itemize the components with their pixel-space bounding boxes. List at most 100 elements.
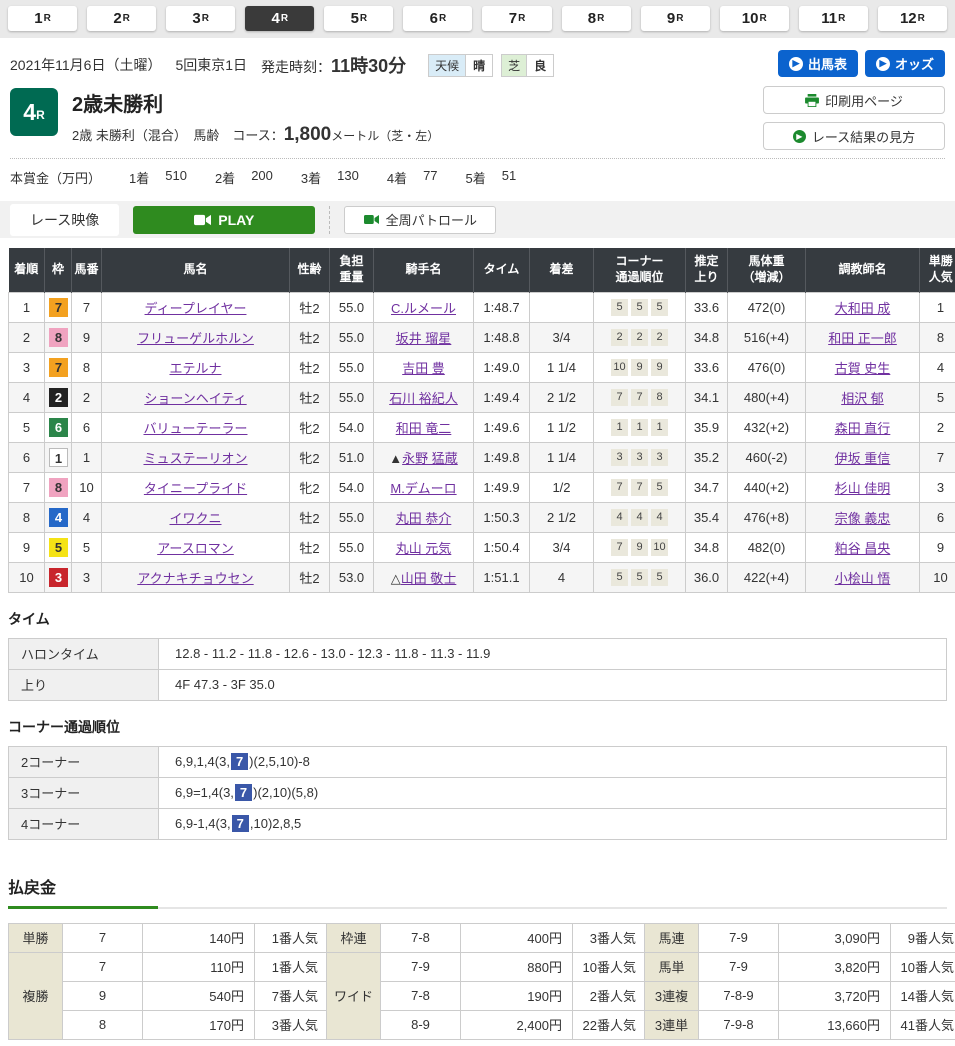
race-tab[interactable]: 2R bbox=[87, 6, 156, 31]
wide-amount: 190円 bbox=[461, 981, 573, 1010]
race-tab-bar: 1R 2R 3R 4R 5R 6R 7R 8R 9R 10R 11R 12R bbox=[0, 0, 955, 38]
table-row: 1 7 7 ディープレイヤー 牡2 55.0 C.ルメール 1:48.7 555… bbox=[9, 292, 955, 322]
jockey-link[interactable]: 石川 裕紀人 bbox=[389, 391, 458, 406]
race-tab[interactable]: 8R bbox=[562, 6, 631, 31]
sanrentan-label: 3連単 bbox=[645, 1010, 699, 1039]
race-tab[interactable]: 9R bbox=[641, 6, 710, 31]
race-tab[interactable]: 6R bbox=[403, 6, 472, 31]
corner-positions: 555 bbox=[611, 569, 668, 586]
race-tab[interactable]: 4R bbox=[245, 6, 314, 31]
frame-number-badge: 7 bbox=[49, 358, 68, 377]
trainer-link[interactable]: 大和田 成 bbox=[835, 301, 891, 316]
horse-name-link[interactable]: アクナキチョウセン bbox=[137, 571, 253, 586]
play-video-button[interactable]: PLAY bbox=[133, 206, 315, 234]
horse-name-link[interactable]: アースロマン bbox=[157, 541, 234, 556]
trainer-link[interactable]: 森田 直行 bbox=[835, 421, 891, 436]
jockey-link[interactable]: 山田 敬士 bbox=[401, 571, 457, 586]
play-circle-icon: ▶ bbox=[793, 130, 806, 143]
race-tab[interactable]: 5R bbox=[324, 6, 393, 31]
horse-number: 8 bbox=[72, 352, 102, 382]
col-horse: 馬名 bbox=[102, 248, 290, 292]
jockey-link[interactable]: 坂井 瑠星 bbox=[396, 331, 452, 346]
prize-amount: 510 bbox=[165, 168, 187, 187]
horse-name-link[interactable]: タイニープライド bbox=[144, 481, 247, 496]
winner-highlight: 7 bbox=[231, 753, 248, 770]
horse-name-link[interactable]: バリューテーラー bbox=[143, 421, 247, 436]
corner-section-title: コーナー通過順位 bbox=[8, 717, 947, 737]
corner-order-section: コーナー通過順位 2コーナー 6,9,1,4(3,7)(2,5,10)-8 3コ… bbox=[0, 701, 955, 840]
carried-weight: 53.0 bbox=[330, 562, 374, 592]
jockey-link[interactable]: 吉田 豊 bbox=[402, 361, 445, 376]
race-tab[interactable]: 1R bbox=[8, 6, 77, 31]
corner2-row: 2コーナー 6,9,1,4(3,7)(2,5,10)-8 bbox=[9, 746, 947, 777]
horse-name-link[interactable]: フリューゲルホルン bbox=[137, 331, 254, 346]
race-tab[interactable]: 7R bbox=[482, 6, 551, 31]
tab-race-suffix: R bbox=[202, 13, 209, 24]
corner2-value: 6,9,1,4(3,7)(2,5,10)-8 bbox=[159, 746, 947, 777]
trainer-link[interactable]: 古賀 史生 bbox=[835, 361, 891, 376]
frame-number-badge: 6 bbox=[49, 418, 68, 437]
trainer-link[interactable]: 伊坂 重信 bbox=[835, 451, 891, 466]
race-tab[interactable]: 11R bbox=[799, 6, 868, 31]
horse-weight: 476(0) bbox=[728, 352, 806, 382]
race-tab[interactable]: 3R bbox=[166, 6, 235, 31]
trainer-link[interactable]: 和田 正一郎 bbox=[828, 331, 897, 346]
entry-table-button[interactable]: ▶ 出馬表 bbox=[778, 50, 858, 77]
last-3f: 35.2 bbox=[686, 442, 728, 472]
wakuren-comb: 7-8 bbox=[381, 923, 461, 952]
win-favorite: 4 bbox=[920, 352, 955, 382]
tab-race-number: 2 bbox=[113, 10, 121, 27]
carried-weight: 55.0 bbox=[330, 352, 374, 382]
race-tab[interactable]: 12R bbox=[878, 6, 947, 31]
horse-number: 10 bbox=[72, 472, 102, 502]
corner-position-box: 7 bbox=[631, 389, 648, 406]
win-favorite: 7 bbox=[920, 442, 955, 472]
prize-item: 2着 200 bbox=[215, 168, 273, 187]
win-favorite: 8 bbox=[920, 322, 955, 352]
table-row: 4 2 2 ショーンヘイティ 牡2 55.0 石川 裕紀人 1:49.4 2 1… bbox=[9, 382, 955, 412]
carried-weight: 54.0 bbox=[330, 412, 374, 442]
corner-position-box: 3 bbox=[651, 449, 668, 466]
horse-name-link[interactable]: ショーンヘイティ bbox=[144, 391, 246, 406]
tab-race-suffix: R bbox=[281, 13, 288, 24]
jockey-link[interactable]: 丸田 恭介 bbox=[396, 511, 452, 526]
race-date: 2021年11月6日（土曜） bbox=[10, 55, 161, 75]
apprentice-mark: ▲ bbox=[389, 451, 402, 466]
horse-name-link[interactable]: ディープレイヤー bbox=[145, 301, 247, 316]
table-row: 10 3 3 アクナキチョウセン 牡2 53.0 △山田 敬士 1:51.1 4… bbox=[9, 562, 955, 592]
jockey-link[interactable]: 和田 竜二 bbox=[396, 421, 452, 436]
jockey-link[interactable]: C.ルメール bbox=[391, 301, 456, 316]
trainer-link[interactable]: 宗像 義忠 bbox=[835, 511, 891, 526]
odds-button[interactable]: ▶ オッズ bbox=[865, 50, 945, 77]
horse-name-link[interactable]: ミュステーリオン bbox=[143, 451, 247, 466]
horse-name-link[interactable]: イワクニ bbox=[169, 511, 221, 526]
trainer-link[interactable]: 杉山 佳明 bbox=[835, 481, 891, 496]
jockey-link[interactable]: 丸山 元気 bbox=[396, 541, 452, 556]
horse-number: 4 bbox=[72, 502, 102, 532]
finish-position: 10 bbox=[9, 562, 45, 592]
finish-time: 1:48.8 bbox=[474, 322, 530, 352]
race-tab[interactable]: 10R bbox=[720, 6, 789, 31]
tab-race-number: 4 bbox=[271, 10, 279, 27]
trainer-link[interactable]: 小桧山 悟 bbox=[835, 571, 891, 586]
print-page-button[interactable]: 印刷用ページ bbox=[763, 86, 945, 114]
patrol-video-button[interactable]: 全周パトロール bbox=[344, 206, 496, 234]
horse-name-link[interactable]: エテルナ bbox=[169, 361, 221, 376]
result-guide-button[interactable]: ▶ レース結果の見方 bbox=[763, 122, 945, 150]
trainer-link[interactable]: 粕谷 昌央 bbox=[835, 541, 891, 556]
win-favorite: 1 bbox=[920, 292, 955, 322]
corner3-value: 6,9=1,4(3,7)(2,10)(5,8) bbox=[159, 777, 947, 808]
jockey-link[interactable]: 永野 猛蔵 bbox=[402, 451, 458, 466]
jockey-link[interactable]: M.デムーロ bbox=[390, 481, 456, 496]
frame-number-badge: 8 bbox=[49, 478, 68, 497]
frame-number-badge: 4 bbox=[49, 508, 68, 527]
last-up-row: 上り 4F 47.3 - 3F 35.0 bbox=[9, 669, 947, 700]
finish-position: 6 bbox=[9, 442, 45, 472]
prize-amount: 51 bbox=[502, 168, 516, 187]
results-header-row: 着順 枠 馬番 馬名 性齢 負担 重量 騎手名 タイム 着差 コーナー 通過順位… bbox=[9, 248, 955, 292]
tab-race-suffix: R bbox=[360, 13, 367, 24]
last-3f: 34.7 bbox=[686, 472, 728, 502]
fukusho-popularity: 1番人気 bbox=[255, 952, 327, 981]
printer-icon bbox=[805, 94, 819, 107]
trainer-link[interactable]: 相沢 郁 bbox=[841, 391, 884, 406]
